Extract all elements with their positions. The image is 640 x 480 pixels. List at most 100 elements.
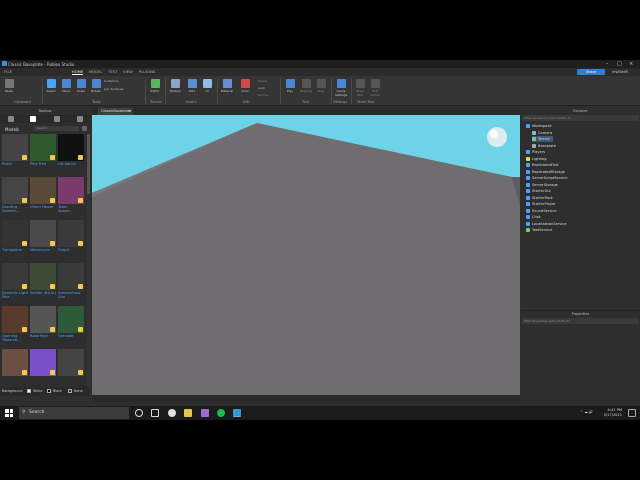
bg-white-swatch[interactable] bbox=[27, 389, 31, 393]
explorer-node[interactable]: Terrain bbox=[532, 136, 554, 142]
windows-start-icon[interactable] bbox=[5, 409, 13, 417]
file-explorer-icon[interactable] bbox=[184, 409, 192, 417]
color-button[interactable]: Color bbox=[238, 78, 252, 93]
category-dropdown[interactable]: Models bbox=[5, 127, 19, 132]
paint-icon[interactable] bbox=[201, 409, 209, 417]
toolbox-item[interactable]: Soldier (R6 or) bbox=[30, 263, 56, 303]
bg-none-swatch[interactable] bbox=[68, 389, 72, 393]
toolbox-item[interactable]: Grenade bbox=[58, 306, 84, 346]
minimize-icon[interactable]: – bbox=[606, 61, 609, 67]
roblox-studio-taskbar-icon[interactable] bbox=[233, 409, 241, 417]
toolbox-item[interactable]: Firepit bbox=[58, 220, 84, 260]
properties-filter-input[interactable]: Filter Properties (Ctrl+Shift+P) bbox=[522, 318, 639, 324]
move-button[interactable]: Move bbox=[59, 78, 73, 93]
select-button[interactable]: Select bbox=[44, 78, 58, 93]
tab-model[interactable]: MODEL bbox=[89, 70, 103, 74]
tab-plugins[interactable]: PLUGINS bbox=[139, 70, 155, 74]
3d-viewport[interactable] bbox=[92, 115, 520, 395]
spotify-icon[interactable] bbox=[217, 409, 225, 417]
explorer-node[interactable]: Lighting bbox=[526, 156, 547, 162]
exit-game-button[interactable]: Exit Game bbox=[368, 78, 382, 97]
tab-home[interactable]: HOME bbox=[72, 70, 84, 75]
toolbox-item[interactable]: Motorcycle bbox=[30, 220, 56, 260]
team-test-button[interactable]: Team Test bbox=[353, 78, 367, 97]
bg-black-option[interactable]: Black bbox=[53, 389, 62, 393]
toolbox-item[interactable] bbox=[30, 349, 56, 386]
resume-button[interactable]: Resume bbox=[299, 78, 313, 93]
game-settings-button[interactable]: Game Settings bbox=[334, 78, 348, 97]
maximize-icon[interactable]: □ bbox=[617, 61, 622, 67]
explorer-node[interactable]: ServerScriptService bbox=[526, 175, 568, 181]
stop-button[interactable]: Stop bbox=[314, 78, 328, 93]
tab-view[interactable]: VIEW bbox=[123, 70, 133, 74]
toolbox-tab-back-icon[interactable] bbox=[8, 116, 14, 122]
explorer-node[interactable]: Workspace bbox=[526, 123, 552, 129]
join-surfaces-toggle[interactable]: Join Surfaces bbox=[104, 87, 123, 91]
tab-classicbaseplate[interactable]: ClassicBaseplate × bbox=[98, 108, 133, 115]
explorer-node[interactable]: ServerStorage bbox=[526, 182, 558, 188]
explorer-node[interactable]: Baseplate bbox=[532, 143, 556, 149]
part-button[interactable]: Part bbox=[185, 78, 199, 93]
bg-black-swatch[interactable] bbox=[47, 389, 51, 393]
taskbar-search-input[interactable]: ⚲ Search bbox=[19, 407, 129, 419]
view-selector-cube-icon[interactable] bbox=[487, 127, 507, 147]
explorer-node[interactable]: StarterGui bbox=[526, 188, 551, 194]
toolbox-item[interactable]: Pine Tree bbox=[30, 134, 56, 174]
explorer-filter-input[interactable]: Filter workspace (Ctrl+Shift+X) bbox=[522, 115, 639, 121]
toolbox-tab-marketplace-icon[interactable] bbox=[30, 116, 36, 122]
explorer-node[interactable]: LocalizationService bbox=[526, 221, 567, 227]
play-button[interactable]: Play bbox=[283, 78, 297, 93]
toolbox-item[interactable]: Dynamic Light Pole bbox=[2, 263, 28, 303]
scrollbar-thumb[interactable] bbox=[87, 134, 90, 194]
bg-none-option[interactable]: None bbox=[74, 389, 83, 393]
toolbox-tab-recent-icon[interactable] bbox=[77, 116, 83, 122]
toolbox-button[interactable]: Toolbox bbox=[168, 78, 182, 93]
filter-icon[interactable] bbox=[82, 126, 87, 131]
task-view-icon[interactable] bbox=[151, 409, 159, 417]
explorer-node[interactable]: StarterPack bbox=[526, 195, 553, 201]
explorer-node[interactable]: StarterPlayer bbox=[526, 201, 556, 207]
paste-button[interactable]: Paste bbox=[2, 78, 16, 93]
tab-test[interactable]: TEST bbox=[108, 70, 118, 74]
explorer-node[interactable]: ReplicatedStorage bbox=[526, 169, 565, 175]
rotate-button[interactable]: Rotate bbox=[89, 78, 103, 93]
scale-button[interactable]: Scale bbox=[74, 78, 88, 93]
toolbox-item[interactable]: HD Admin bbox=[58, 134, 84, 174]
collisions-toggle[interactable]: Collisions bbox=[104, 79, 118, 83]
bg-white-option[interactable]: White bbox=[33, 389, 43, 393]
toolbox-item[interactable]: Urban House bbox=[30, 177, 56, 217]
explorer-node[interactable]: TestService bbox=[526, 227, 552, 233]
group-button[interactable]: Group bbox=[258, 79, 267, 83]
explorer-node[interactable]: Players bbox=[526, 149, 545, 155]
menu-file[interactable]: FILE bbox=[4, 70, 12, 74]
ui-button[interactable]: UI bbox=[200, 78, 214, 93]
cortana-icon[interactable] bbox=[135, 409, 143, 417]
chrome-icon[interactable] bbox=[168, 409, 176, 417]
explorer-node[interactable]: ReplicatedFirst bbox=[526, 162, 558, 168]
toolbox-item[interactable]: Submachine Gun bbox=[58, 263, 84, 303]
anchor-button[interactable]: Anchor bbox=[258, 93, 269, 97]
lock-button[interactable]: Lock bbox=[258, 86, 265, 90]
toolbox-tab-inventory-icon[interactable] bbox=[54, 116, 60, 122]
terrain-editor-button[interactable]: Editor bbox=[148, 78, 162, 93]
toolbox-item[interactable]: Pistol bbox=[2, 134, 28, 174]
toolbox-scrollbar[interactable] bbox=[87, 134, 90, 386]
user-name[interactable]: mW0edR bbox=[612, 70, 628, 74]
toolbox-item[interactable]: Trampoline bbox=[2, 220, 28, 260]
clock[interactable]: 4:41 PM 5/17/2021 bbox=[600, 408, 622, 418]
toolbox-item[interactable]: Road Pack bbox=[30, 306, 56, 346]
toolbox-item[interactable]: Team Spawn... bbox=[58, 177, 84, 217]
toolbox-item[interactable] bbox=[58, 349, 84, 386]
toolbox-search-input[interactable]: Search bbox=[34, 126, 79, 131]
toolbox-item[interactable]: Opening Treasure... bbox=[2, 306, 28, 346]
close-icon[interactable]: × bbox=[629, 61, 633, 67]
command-bar[interactable] bbox=[92, 395, 520, 402]
notifications-icon[interactable] bbox=[628, 409, 636, 417]
close-tab-icon[interactable]: × bbox=[128, 108, 131, 115]
share-button[interactable]: Share bbox=[577, 69, 605, 75]
toolbox-item[interactable] bbox=[2, 349, 28, 386]
explorer-node[interactable]: Chat bbox=[526, 214, 540, 220]
explorer-node[interactable]: Camera bbox=[532, 130, 552, 136]
explorer-node[interactable]: SoundService bbox=[526, 208, 557, 214]
material-button[interactable]: Material bbox=[220, 78, 234, 93]
